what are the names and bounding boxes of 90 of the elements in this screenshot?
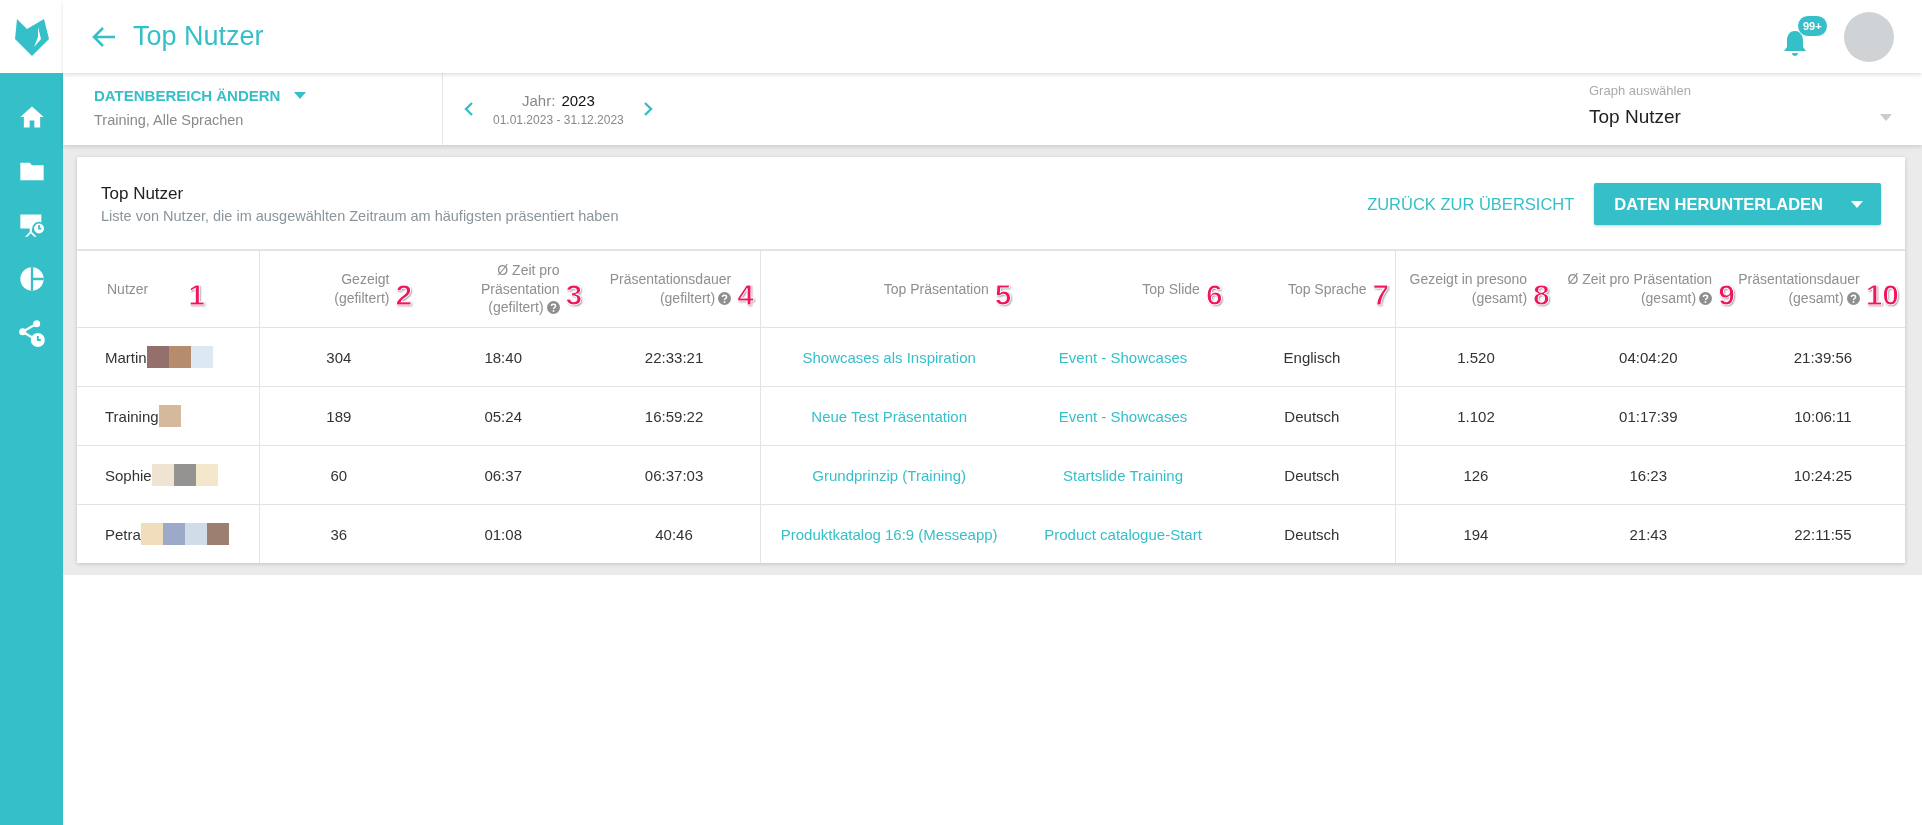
help-icon[interactable] <box>1699 292 1713 305</box>
table-cell: 01:08 <box>484 525 522 543</box>
table-cell: 40:46 <box>655 525 693 543</box>
annotation-number: 5 <box>994 280 1012 310</box>
notification-badge: 99+ <box>1797 14 1828 37</box>
column-header[interactable]: Top Sprache <box>1287 279 1367 299</box>
help-icon[interactable] <box>1846 292 1860 305</box>
column-header[interactable]: Präsentationsdauer (gesamt) <box>1738 270 1860 308</box>
change-range-button[interactable]: DATENBEREICH ÄNDERN <box>94 87 307 104</box>
table-link[interactable]: Event - Showcases <box>1058 407 1188 425</box>
table-cell: 1.520 <box>1457 348 1495 366</box>
table-link[interactable]: Neue Test Präsentation <box>811 407 967 425</box>
column-header[interactable]: Nutzer <box>107 279 149 299</box>
table-cell: 304 <box>326 348 352 366</box>
annotation-number: 1 <box>188 280 205 310</box>
annotation-number: 2 <box>395 280 413 310</box>
table-link[interactable]: Startslide Training <box>1063 466 1184 484</box>
fox-logo[interactable] <box>13 16 50 57</box>
table-link[interactable]: Produktkatalog 16:9 (Messeapp) <box>780 525 998 543</box>
back-arrow-icon[interactable] <box>91 24 117 49</box>
help-icon[interactable] <box>718 292 732 305</box>
range-summary: Training, Alle Sprachen <box>94 112 245 128</box>
caret-icon <box>1880 113 1892 121</box>
table-cell: 10:24:25 <box>1793 466 1853 484</box>
table-cell: 06:37:03 <box>644 466 704 484</box>
table-cell: 126 <box>1463 466 1489 484</box>
column-header[interactable]: Ø Zeit pro Präsentation (gesamt) <box>1567 270 1713 308</box>
table-cell: 06:37 <box>484 466 522 484</box>
annotation-number: 4 <box>737 280 754 310</box>
table-cell: Deutsch <box>1284 407 1340 425</box>
caret-icon <box>1851 200 1863 208</box>
annotation-number: 8 <box>1533 280 1550 310</box>
table-link[interactable]: Product catalogue-Start <box>1044 525 1202 543</box>
column-header[interactable]: Ø Zeit pro Präsentation (gefiltert) <box>424 260 560 318</box>
column-header[interactable]: Top Slide <box>1142 279 1200 299</box>
column-header[interactable]: Präsentationsdauer (gefiltert) <box>609 270 732 308</box>
table-cell: 05:24 <box>484 407 522 425</box>
pie-chart-icon[interactable] <box>17 265 46 293</box>
caret-icon <box>294 92 307 99</box>
bell-icon[interactable] <box>1782 28 1808 57</box>
table-link[interactable]: Grundprinzip (Training) <box>812 466 966 484</box>
table-cell: Deutsch <box>1284 525 1340 543</box>
table-link[interactable]: Showcases als Inspiration <box>802 348 976 366</box>
table-cell: 22:11:55 <box>1794 525 1852 543</box>
table-cell: 04:04:20 <box>1619 348 1678 366</box>
card-title: Top Nutzer <box>101 184 185 204</box>
help-icon[interactable] <box>546 301 560 315</box>
avatar[interactable] <box>1844 11 1894 62</box>
table-cell: 16:23 <box>1629 466 1668 484</box>
table-cell: Englisch <box>1283 348 1341 366</box>
table-cell: 189 <box>326 407 352 425</box>
year-value: 2023 <box>561 91 595 109</box>
column-header[interactable]: Top Präsentation <box>883 279 989 299</box>
table-cell: 60 <box>330 466 348 484</box>
chevron-left-icon <box>463 101 475 117</box>
table-link[interactable]: Event - Showcases <box>1058 348 1188 366</box>
table-cell: 21:43 <box>1629 525 1668 543</box>
page-title: Top Nutzer <box>133 21 264 52</box>
chevron-right-icon <box>641 101 654 117</box>
annotation-number: 6 <box>1205 280 1223 310</box>
next-year-button[interactable] <box>641 101 654 117</box>
table-cell: Deutsch <box>1284 466 1340 484</box>
user-name: Martin <box>105 348 147 366</box>
table-cell: 1.102 <box>1457 407 1495 425</box>
user-name: Petra <box>105 525 141 543</box>
table-cell: 16:59:22 <box>644 407 704 425</box>
table-cell: 194 <box>1463 525 1489 543</box>
annotation-number: 9 <box>1718 280 1735 310</box>
table-cell: 18:40 <box>484 348 522 366</box>
graph-select[interactable]: Top Nutzer <box>1589 106 1892 128</box>
column-header[interactable]: Gezeigt in presono (gesamt) <box>1409 270 1528 308</box>
table-cell: 01:17:39 <box>1619 407 1678 425</box>
annotation-number: 7 <box>1372 280 1390 310</box>
table-cell: 36 <box>330 525 348 543</box>
user-name: Training <box>105 407 159 425</box>
card-subtitle: Liste von Nutzer, die im ausgewählten Zeitraum am häufigsten präsentiert haben <box>101 208 619 224</box>
table-cell: 10:06:11 <box>1794 407 1852 425</box>
column-header[interactable]: Gezeigt (gefiltert) <box>334 270 390 308</box>
previous-year-button[interactable] <box>463 101 475 117</box>
user-name: Sophie <box>105 466 152 484</box>
share-icon[interactable] <box>17 319 46 347</box>
download-data-button[interactable]: DATEN HERUNTERLADEN <box>1594 183 1881 225</box>
table-cell: 21:39:56 <box>1793 348 1853 366</box>
annotation-number: 3 <box>565 280 583 310</box>
annotation-number: 10 <box>1865 280 1899 310</box>
date-range: 01.01.2023 - 31.12.2023 <box>493 112 624 127</box>
table-cell: 22:33:21 <box>644 348 704 366</box>
back-to-overview-link[interactable]: ZURÜCK ZUR ÜBERSICHT <box>1367 194 1575 214</box>
year-label: Jahr: <box>522 91 556 109</box>
graph-select-label: Graph auswählen <box>1589 83 1692 98</box>
